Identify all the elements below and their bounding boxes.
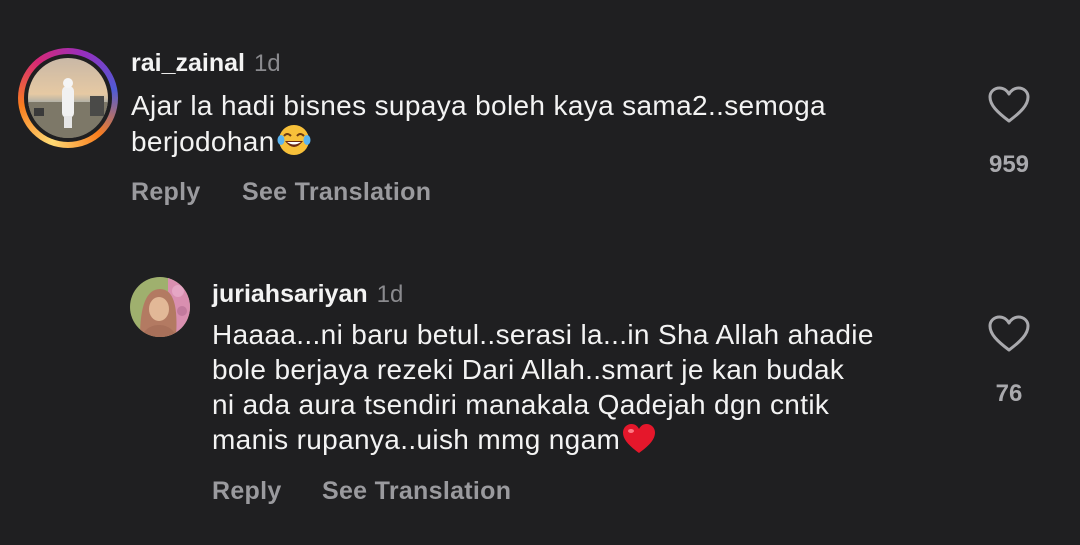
heart-icon[interactable] [988,315,1030,353]
reply-button[interactable]: Reply [131,178,201,207]
like-count: 959 [988,151,1030,178]
comment-timestamp: 1d [376,281,404,308]
avatar[interactable] [130,277,190,337]
comment-text-line: bole berjaya rezeki Dari Allah..smart je… [212,354,845,385]
see-translation-button[interactable]: See Translation [322,477,511,506]
comment-timestamp: 1d [253,50,281,77]
comment-text: Ajar la hadi bisnes supaya boleh kaya sa… [131,88,826,165]
comment-text-line: Ajar la hadi bisnes supaya boleh kaya sa… [131,90,826,121]
heart-icon[interactable] [988,86,1030,124]
comment-text-line: manis rupanya..uish mmg ngam [212,422,874,463]
avatar [28,58,108,138]
comment-text-line: ni ada aura tsendiri manakala Qadejah dg… [212,389,830,420]
laughing-tears-emoji-icon [277,123,311,165]
comment-username[interactable]: juriahsariyan 1d [212,280,403,309]
see-translation-button[interactable]: See Translation [242,178,431,207]
avatar-story-ring[interactable] [18,48,118,148]
reply-button[interactable]: Reply [212,477,282,506]
comment-username[interactable]: rai_zainal 1d [131,49,281,78]
comment-text-line: berjodohan [131,123,826,165]
comment-text-line: Haaaa...ni baru betul..serasi la...in Sh… [212,319,874,350]
comment-text: Haaaa...ni baru betul..serasi la...in Sh… [212,317,874,463]
comments-thread: rai_zainal 1d Ajar la hadi bisnes supaya … [0,0,1080,545]
like-count: 76 [995,380,1023,407]
red-heart-emoji-icon [622,423,656,463]
